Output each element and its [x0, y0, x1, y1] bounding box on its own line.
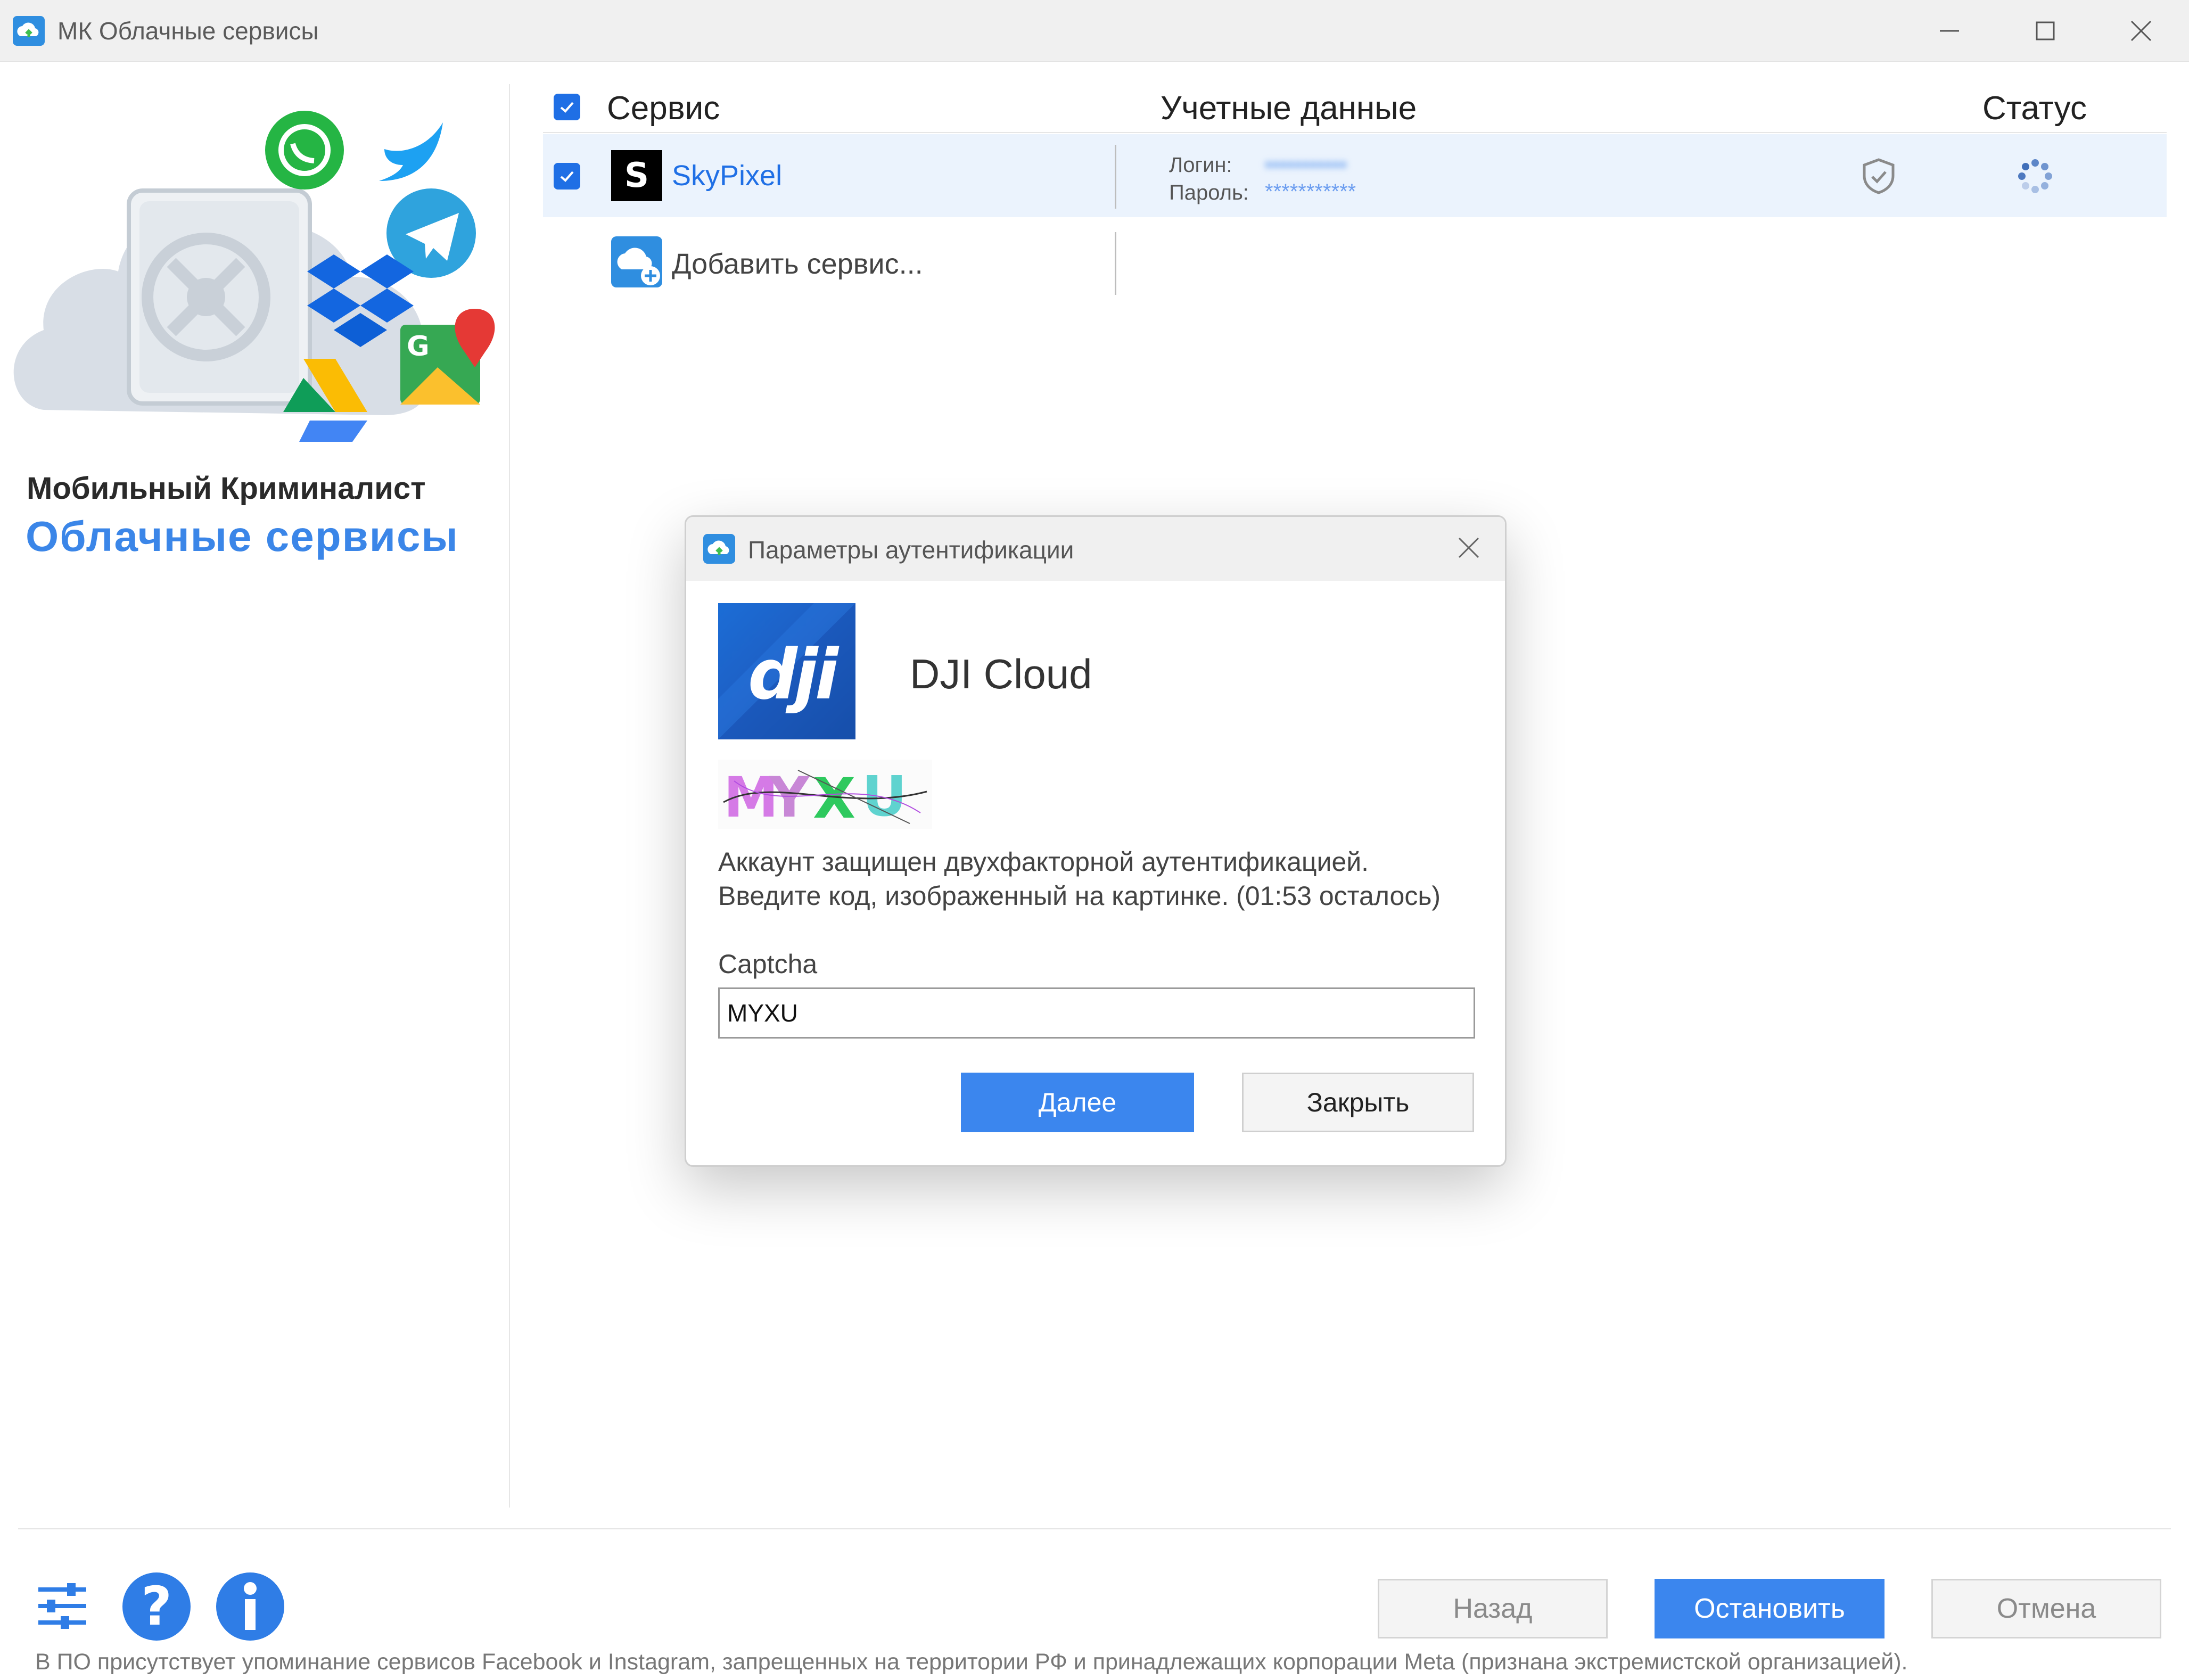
login-value: •••••••••••	[1265, 153, 1347, 177]
minimize-button[interactable]	[1902, 0, 1997, 62]
shield-icon[interactable]	[1861, 158, 1896, 195]
panel-divider	[509, 84, 510, 1508]
captcha-input[interactable]	[718, 987, 1475, 1039]
password-label: Пароль:	[1169, 181, 1249, 204]
service-name[interactable]: SkyPixel	[672, 159, 782, 193]
dialog-service-name: DJI Cloud	[910, 650, 1092, 697]
dji-logo-icon: dji	[718, 603, 855, 739]
footer-divider	[18, 1528, 2171, 1529]
loading-spinner-icon	[2018, 159, 2052, 193]
select-all-checkbox[interactable]	[554, 94, 580, 120]
column-header-credentials[interactable]: Учетные данные	[1161, 89, 1417, 128]
minimize-icon	[1940, 30, 1959, 32]
brand-subtitle: Облачные сервисы	[26, 513, 459, 560]
stop-button[interactable]: Остановить	[1655, 1579, 1884, 1638]
column-separator	[1115, 232, 1116, 295]
table-row[interactable]	[543, 134, 2167, 217]
password-value: ***********	[1265, 180, 1356, 203]
checkmark-icon	[560, 171, 574, 182]
app-cloud-icon	[13, 16, 45, 46]
authentication-dialog: Параметры аутентификации dji DJI Cloud M…	[685, 515, 1507, 1167]
login-label: Логин:	[1169, 153, 1232, 177]
checkmark-icon	[560, 102, 574, 113]
skypixel-logo-icon: S	[611, 150, 662, 201]
dialog-close-button[interactable]	[1452, 531, 1486, 565]
app-cloud-icon	[703, 534, 735, 564]
back-button[interactable]: Назад	[1378, 1579, 1608, 1638]
title-bar: МК Облачные сервисы	[0, 0, 2189, 62]
column-header-service[interactable]: Сервис	[607, 89, 720, 128]
close-icon	[1458, 537, 1479, 558]
svg-text:G: G	[407, 331, 430, 363]
column-header-status[interactable]: Статус	[1982, 89, 2087, 128]
cancel-button[interactable]: Отмена	[1931, 1579, 2161, 1638]
captcha-field-label: Captcha	[718, 949, 818, 979]
captcha-image: M Y X U	[718, 760, 932, 831]
cloud-services-illustration: G	[13, 111, 495, 442]
row-checkbox[interactable]	[554, 163, 580, 190]
maximize-icon	[2036, 21, 2055, 40]
add-cloud-service-icon[interactable]	[611, 236, 662, 287]
column-separator	[1115, 145, 1116, 209]
svg-text:?: ?	[141, 1575, 172, 1637]
legal-disclaimer: В ПО присутствует упоминание сервисов Fa…	[35, 1649, 1908, 1675]
settings-sliders-icon[interactable]	[35, 1579, 89, 1633]
window-close-button[interactable]	[2093, 0, 2189, 62]
header-divider	[543, 132, 2167, 133]
maximize-button[interactable]	[1997, 0, 2093, 62]
close-button[interactable]: Закрыть	[1242, 1073, 1474, 1132]
dialog-title-bar: Параметры аутентификации	[686, 517, 1505, 581]
help-icon[interactable]: ?	[121, 1571, 192, 1642]
next-button[interactable]: Далее	[961, 1073, 1194, 1132]
dialog-title: Параметры аутентификации	[748, 536, 1074, 564]
info-icon[interactable]	[215, 1571, 285, 1642]
dialog-message-line2: Введите код, изображенный на картинке. (…	[718, 881, 1441, 911]
dialog-message-line1: Аккаунт защищен двухфакторной аутентифик…	[718, 847, 1369, 877]
add-service-link[interactable]: Добавить сервис...	[672, 247, 923, 281]
close-icon	[2130, 20, 2152, 42]
brand-title: Мобильный Криминалист	[27, 471, 426, 506]
window-title: МК Облачные сервисы	[57, 17, 319, 45]
